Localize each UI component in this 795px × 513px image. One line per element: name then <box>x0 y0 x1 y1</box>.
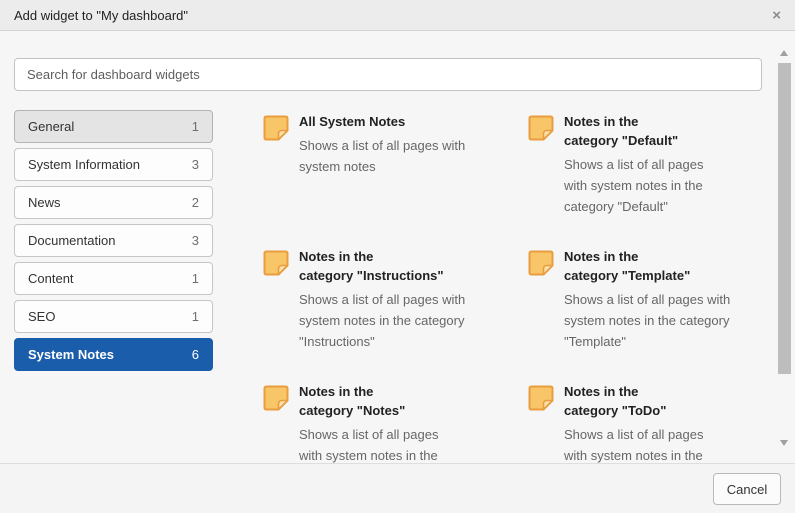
widget-title: All System Notes <box>299 112 465 131</box>
category-count: 6 <box>192 347 199 362</box>
category-count: 2 <box>192 195 199 210</box>
dialog-title: Add widget to "My dashboard" <box>14 8 188 23</box>
widget-item[interactable]: Notes in the category "Notes" Shows a li… <box>262 382 510 463</box>
widget-item[interactable]: Notes in the category "ToDo" Shows a lis… <box>527 382 775 463</box>
sticky-note-icon <box>262 384 290 412</box>
cancel-button[interactable]: Cancel <box>713 473 781 505</box>
category-label: Documentation <box>28 233 115 248</box>
widget-description: Shows a list of all pages with system no… <box>299 289 465 352</box>
widget-text: Notes in the category "Default" Shows a … <box>564 112 703 217</box>
category-item[interactable]: SEO 1 <box>14 300 213 333</box>
scroll-down-icon[interactable] <box>780 440 788 446</box>
dialog-header: Add widget to "My dashboard" × <box>0 0 795 31</box>
category-label: System Information <box>28 157 140 172</box>
category-item[interactable]: Content 1 <box>14 262 213 295</box>
category-sidebar: General 1 System Information 3 News 2 Do… <box>14 110 213 376</box>
widget-description: Shows a list of all pages with system no… <box>299 135 465 177</box>
category-label: General <box>28 119 74 134</box>
widget-text: Notes in the category "Notes" Shows a li… <box>299 382 438 463</box>
widget-text: All System Notes Shows a list of all pag… <box>299 112 465 177</box>
search-input[interactable] <box>14 58 762 91</box>
scrollbar[interactable] <box>777 36 792 458</box>
widget-item[interactable]: Notes in the category "Default" Shows a … <box>527 112 775 217</box>
widget-item[interactable]: All System Notes Shows a list of all pag… <box>262 112 510 177</box>
category-count: 1 <box>192 309 199 324</box>
dialog-footer: Cancel <box>0 463 795 513</box>
widget-text: Notes in the category "Template" Shows a… <box>564 247 730 352</box>
widget-title: Notes in the category "Notes" <box>299 382 438 420</box>
widget-title: Notes in the category "Instructions" <box>299 247 465 285</box>
category-count: 1 <box>192 271 199 286</box>
category-item[interactable]: System Notes 6 <box>14 338 213 371</box>
category-item[interactable]: General 1 <box>14 110 213 143</box>
sticky-note-icon <box>262 114 290 142</box>
add-widget-dialog: Add widget to "My dashboard" × General 1… <box>0 0 795 513</box>
widget-description: Shows a list of all pages with system no… <box>564 289 730 352</box>
sticky-note-icon <box>262 249 290 277</box>
category-count: 1 <box>192 119 199 134</box>
widget-list: All System Notes Shows a list of all pag… <box>262 110 775 463</box>
widget-title: Notes in the category "Template" <box>564 247 730 285</box>
scrollbar-thumb[interactable] <box>778 63 791 374</box>
widget-text: Notes in the category "Instructions" Sho… <box>299 247 465 352</box>
widget-description: Shows a list of all pages with system no… <box>299 424 438 463</box>
category-item[interactable]: System Information 3 <box>14 148 213 181</box>
widget-title: Notes in the category "ToDo" <box>564 382 703 420</box>
widget-description: Shows a list of all pages with system no… <box>564 154 703 217</box>
dialog-content: General 1 System Information 3 News 2 Do… <box>14 110 781 463</box>
widget-title: Notes in the category "Default" <box>564 112 703 150</box>
category-count: 3 <box>192 233 199 248</box>
widget-item[interactable]: Notes in the category "Instructions" Sho… <box>262 247 510 352</box>
category-label: SEO <box>28 309 55 324</box>
widget-description: Shows a list of all pages with system no… <box>564 424 703 463</box>
scroll-up-icon[interactable] <box>780 50 788 56</box>
sticky-note-icon <box>527 249 555 277</box>
category-label: News <box>28 195 61 210</box>
sticky-note-icon <box>527 384 555 412</box>
category-label: Content <box>28 271 74 286</box>
widget-item[interactable]: Notes in the category "Template" Shows a… <box>527 247 775 352</box>
widget-text: Notes in the category "ToDo" Shows a lis… <box>564 382 703 463</box>
category-label: System Notes <box>28 347 114 362</box>
sticky-note-icon <box>527 114 555 142</box>
category-item[interactable]: News 2 <box>14 186 213 219</box>
category-count: 3 <box>192 157 199 172</box>
category-item[interactable]: Documentation 3 <box>14 224 213 257</box>
close-icon[interactable]: × <box>772 8 781 23</box>
dialog-body: General 1 System Information 3 News 2 Do… <box>0 31 795 463</box>
